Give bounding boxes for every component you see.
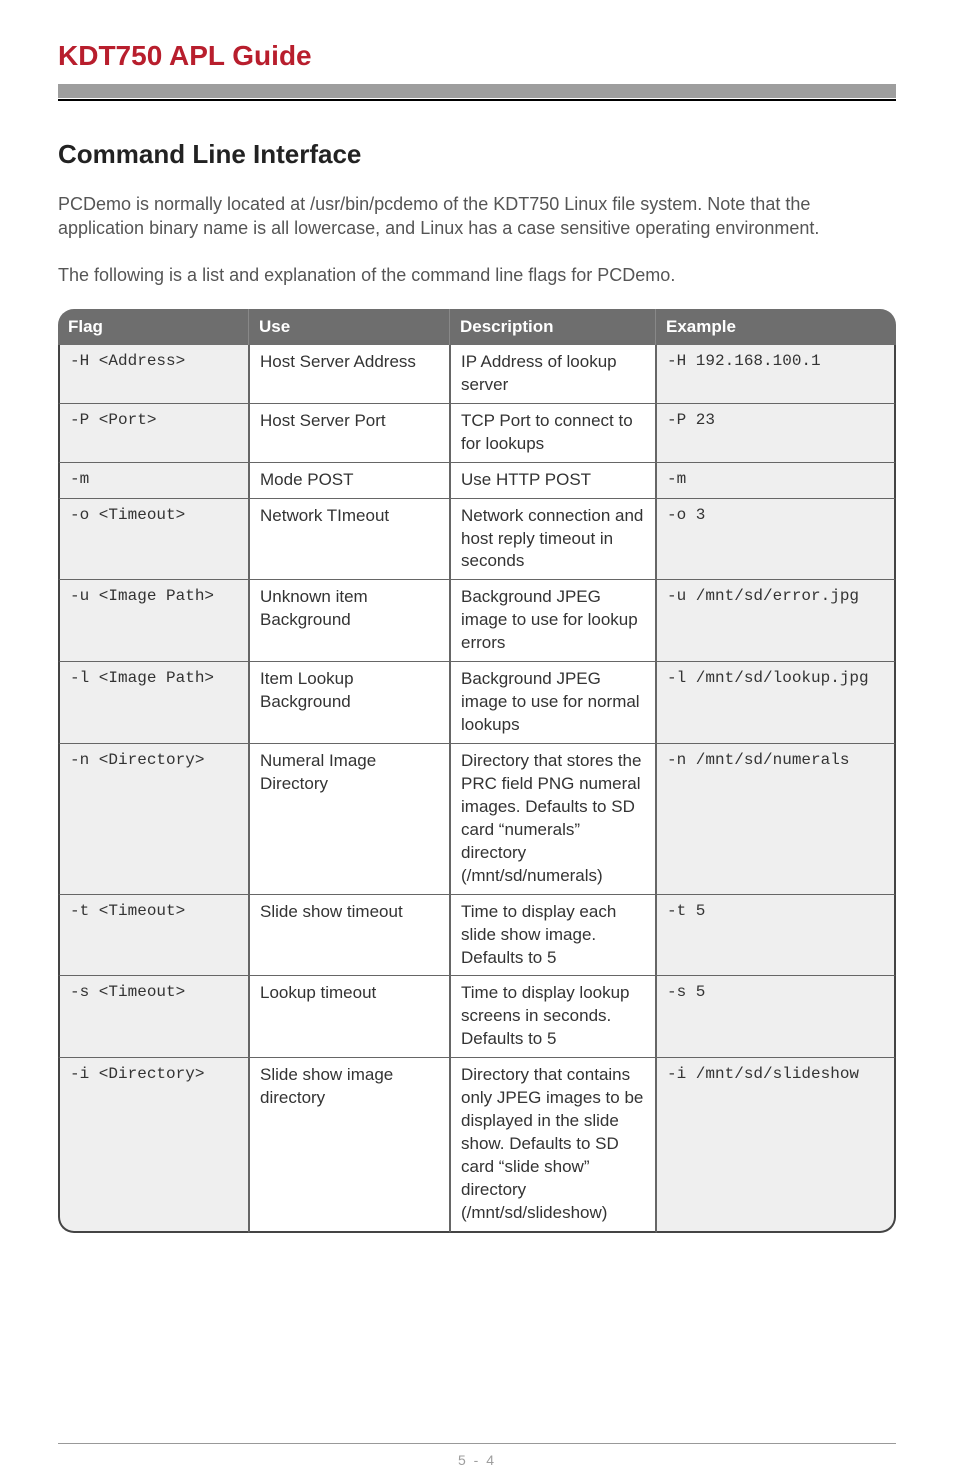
cell-example: -o 3 xyxy=(656,499,896,581)
cell-flag: -n <Directory> xyxy=(58,744,249,895)
cell-use: Lookup timeout xyxy=(249,976,450,1058)
cell-example: -P 23 xyxy=(656,404,896,463)
col-header-use: Use xyxy=(249,309,450,345)
cell-example: -s 5 xyxy=(656,976,896,1058)
col-header-flag: Flag xyxy=(58,309,249,345)
page-number: 5 - 4 xyxy=(458,1452,496,1468)
table-row: -H <Address>Host Server AddressIP Addres… xyxy=(58,345,896,404)
col-header-description: Description xyxy=(450,309,656,345)
table-row: -i <Directory>Slide show image directory… xyxy=(58,1058,896,1233)
cell-example: -l /mnt/sd/lookup.jpg xyxy=(656,662,896,744)
table-row: -P <Port>Host Server PortTCP Port to con… xyxy=(58,404,896,463)
cell-flag: -P <Port> xyxy=(58,404,249,463)
table-row: -mMode POSTUse HTTP POST-m xyxy=(58,463,896,499)
table-row: -t <Timeout>Slide show timeoutTime to di… xyxy=(58,895,896,977)
cell-desc: Background JPEG image to use for normal … xyxy=(450,662,656,744)
header-gray-bar xyxy=(58,84,896,98)
table-row: -o <Timeout>Network TImeoutNetwork conne… xyxy=(58,499,896,581)
table-row: -u <Image Path>Unknown item BackgroundBa… xyxy=(58,580,896,662)
flags-table: Flag Use Description Example -H <Address… xyxy=(58,309,896,1233)
table-row: -l <Image Path>Item Lookup BackgroundBac… xyxy=(58,662,896,744)
cell-example: -t 5 xyxy=(656,895,896,977)
cell-desc: Use HTTP POST xyxy=(450,463,656,499)
cell-desc: Time to display lookup screens in second… xyxy=(450,976,656,1058)
cell-flag: -t <Timeout> xyxy=(58,895,249,977)
cell-use: Host Server Port xyxy=(249,404,450,463)
intro-paragraph-2: The following is a list and explanation … xyxy=(58,263,896,287)
cell-desc: Directory that stores the PRC field PNG … xyxy=(450,744,656,895)
cell-flag: -l <Image Path> xyxy=(58,662,249,744)
cell-flag: -s <Timeout> xyxy=(58,976,249,1058)
col-header-example: Example xyxy=(656,309,896,345)
cell-desc: Time to display each slide show image. D… xyxy=(450,895,656,977)
cell-example: -H 192.168.100.1 xyxy=(656,345,896,404)
table-row: -n <Directory>Numeral Image DirectoryDir… xyxy=(58,744,896,895)
cell-desc: IP Address of lookup server xyxy=(450,345,656,404)
section-heading: Command Line Interface xyxy=(58,139,896,170)
cell-use: Network TImeout xyxy=(249,499,450,581)
cell-example: -m xyxy=(656,463,896,499)
document-title: KDT750 APL Guide xyxy=(58,40,896,72)
cell-desc: TCP Port to connect to for lookups xyxy=(450,404,656,463)
cell-example: -i /mnt/sd/slideshow xyxy=(656,1058,896,1233)
cell-use: Host Server Address xyxy=(249,345,450,404)
cell-use: Unknown item Background xyxy=(249,580,450,662)
cell-desc: Network connection and host reply timeou… xyxy=(450,499,656,581)
table-header-row: Flag Use Description Example xyxy=(58,309,896,345)
cell-flag: -i <Directory> xyxy=(58,1058,249,1233)
cell-use: Item Lookup Background xyxy=(249,662,450,744)
cell-desc: Directory that contains only JPEG images… xyxy=(450,1058,656,1233)
cell-use: Slide show image directory xyxy=(249,1058,450,1233)
cell-use: Numeral Image Directory xyxy=(249,744,450,895)
table-row: -s <Timeout>Lookup timeoutTime to displa… xyxy=(58,976,896,1058)
header-rule xyxy=(58,99,896,101)
cell-example: -u /mnt/sd/error.jpg xyxy=(656,580,896,662)
cell-flag: -u <Image Path> xyxy=(58,580,249,662)
cell-flag: -o <Timeout> xyxy=(58,499,249,581)
cell-example: -n /mnt/sd/numerals xyxy=(656,744,896,895)
cell-flag: -H <Address> xyxy=(58,345,249,404)
cell-desc: Background JPEG image to use for lookup … xyxy=(450,580,656,662)
cell-use: Slide show timeout xyxy=(249,895,450,977)
intro-paragraph-1: PCDemo is normally located at /usr/bin/p… xyxy=(58,192,896,241)
page-footer: 5 - 4 xyxy=(58,1443,896,1468)
cell-flag: -m xyxy=(58,463,249,499)
cell-use: Mode POST xyxy=(249,463,450,499)
